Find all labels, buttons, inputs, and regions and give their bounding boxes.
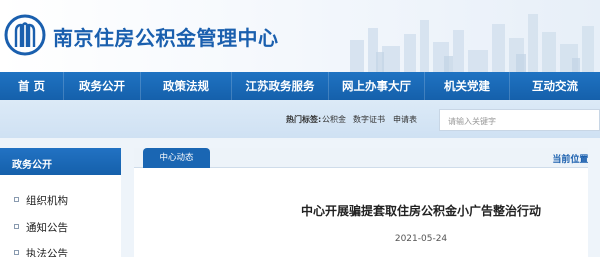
- nav-item-interaction[interactable]: 互动交流: [510, 72, 600, 100]
- left-sidebar: 政务公开 组织机构 通知公告 执法公告: [0, 148, 121, 257]
- nav-item-online-hall[interactable]: 网上办事大厅: [329, 72, 425, 100]
- main-nav: 首 页 政务公开 政策法规 江苏政务服务 网上办事大厅 机关党建 互动交流: [0, 72, 600, 100]
- tab-center-news[interactable]: 中心动态: [143, 148, 210, 168]
- breadcrumb: 当前位置:: [552, 155, 592, 165]
- sidebar-item-label: 组织机构: [26, 195, 68, 207]
- nav-item-government-affairs[interactable]: 政务公开: [64, 72, 141, 100]
- right-gutter: [588, 148, 600, 257]
- sidebar-item-notices[interactable]: 通知公告: [0, 218, 121, 238]
- sidebar-title: 政务公开: [12, 160, 52, 171]
- bullet-icon: [14, 197, 19, 202]
- nav-item-policies[interactable]: 政策法规: [141, 72, 232, 100]
- sidebar-item-organization[interactable]: 组织机构: [0, 191, 121, 211]
- article-title: 中心开展骗提套取住房公积金小广告整治行动: [300, 204, 541, 218]
- sidebar-header: 政务公开: [0, 148, 121, 175]
- article-date: 2021-05-24: [394, 234, 448, 244]
- search-input[interactable]: [448, 114, 598, 128]
- site-header: 南京住房公积金管理中心: [0, 0, 600, 72]
- hot-tag-link[interactable]: 数字证书: [353, 114, 385, 125]
- search-box: [439, 109, 600, 131]
- sidebar-item-enforcement[interactable]: 执法公告: [0, 244, 121, 257]
- main-content: 中心动态 当前位置: 中心开展骗提套取住房公积金小广告整治行动 2021-05-…: [134, 148, 600, 257]
- sidebar-item-label: 执法公告: [26, 248, 68, 257]
- hot-tag-link[interactable]: 申请表: [393, 114, 417, 125]
- bullet-icon: [14, 250, 19, 255]
- site-title[interactable]: 南京住房公积金管理中心: [53, 22, 279, 51]
- content-tabbar: 中心动态 当前位置:: [134, 148, 600, 168]
- nav-item-jiangsu-services[interactable]: 江苏政务服务: [232, 72, 329, 100]
- hot-tag-link[interactable]: 公积金: [322, 114, 346, 125]
- logo-icon[interactable]: [4, 14, 46, 56]
- bullet-icon: [14, 224, 19, 229]
- nav-item-home[interactable]: 首 页: [0, 72, 64, 100]
- hot-tags-label: 热门标签:: [286, 115, 322, 124]
- skyline-decoration: [350, 14, 594, 72]
- sidebar-item-label: 通知公告: [26, 222, 68, 234]
- nav-item-party-building[interactable]: 机关党建: [425, 72, 510, 100]
